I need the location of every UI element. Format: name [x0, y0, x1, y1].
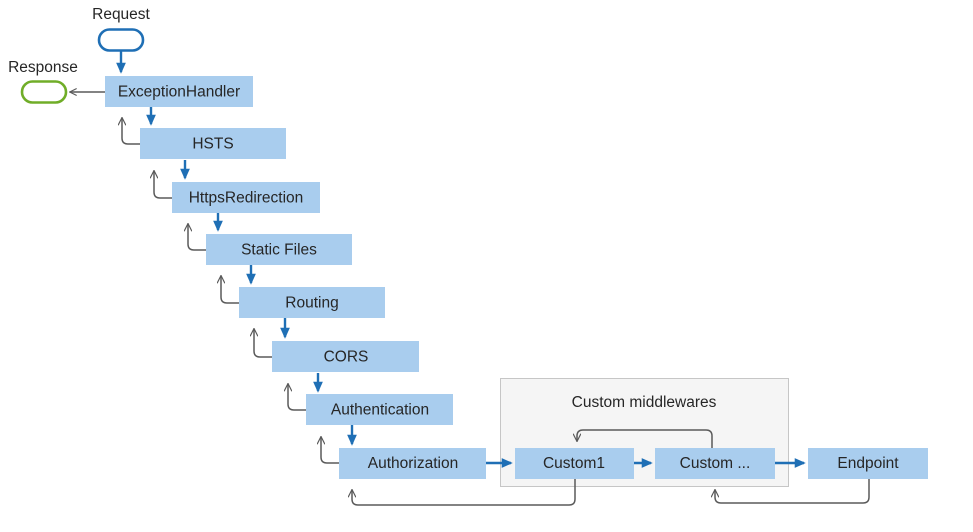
node-cors[interactable]: CORS: [272, 341, 419, 372]
node-label-routing: Routing: [285, 295, 338, 312]
response-label: Response: [8, 59, 78, 76]
return-arrow-staticfiles-to-httpsredirection: [188, 224, 207, 251]
return-arrow-authentication-to-cors: [288, 384, 307, 411]
node-label-endpoint: Endpoint: [837, 455, 899, 472]
node-hsts[interactable]: HSTS: [140, 128, 286, 159]
custom-middlewares-group-title: Custom middlewares: [572, 394, 717, 411]
node-label-https-redirection: HttpsRedirection: [189, 190, 304, 207]
terminal-request[interactable]: Request: [92, 6, 151, 52]
node-label-custom-more: Custom ...: [680, 455, 751, 472]
node-custom1[interactable]: Custom1: [515, 448, 634, 479]
node-label-custom1: Custom1: [543, 455, 605, 472]
response-oval[interactable]: [20, 80, 68, 104]
node-label-authentication: Authentication: [331, 402, 429, 419]
node-static-files[interactable]: Static Files: [206, 234, 352, 265]
request-oval[interactable]: [97, 28, 145, 52]
return-arrow-routing-to-staticfiles: [221, 276, 240, 304]
return-arrow-httpsredirection-to-hsts: [154, 171, 173, 199]
node-label-authorization: Authorization: [368, 455, 458, 472]
node-exception-handler[interactable]: ExceptionHandler: [105, 76, 253, 107]
return-arrow-hsts-to-exceptionhandler: [122, 118, 141, 145]
return-arrow-cors-to-routing: [254, 329, 273, 358]
node-https-redirection[interactable]: HttpsRedirection: [172, 182, 320, 213]
node-label-static-files: Static Files: [241, 242, 317, 259]
node-routing[interactable]: Routing: [239, 287, 385, 318]
request-label: Request: [92, 6, 150, 23]
node-label-exception-handler: ExceptionHandler: [118, 84, 240, 101]
node-custom-more[interactable]: Custom ...: [655, 448, 775, 479]
node-label-cors: CORS: [324, 349, 369, 366]
return-arrow-authorization-to-authentication: [321, 437, 340, 464]
node-label-hsts: HSTS: [192, 136, 233, 153]
node-endpoint[interactable]: Endpoint: [808, 448, 928, 479]
terminal-response[interactable]: Response: [8, 59, 78, 104]
node-authentication[interactable]: Authentication: [306, 394, 453, 425]
middleware-pipeline-diagram: Custom middlewares Request Response Exce…: [0, 0, 973, 532]
node-authorization[interactable]: Authorization: [339, 448, 486, 479]
pipeline-svg: Custom middlewares Request Response Exce…: [8, 6, 928, 506]
